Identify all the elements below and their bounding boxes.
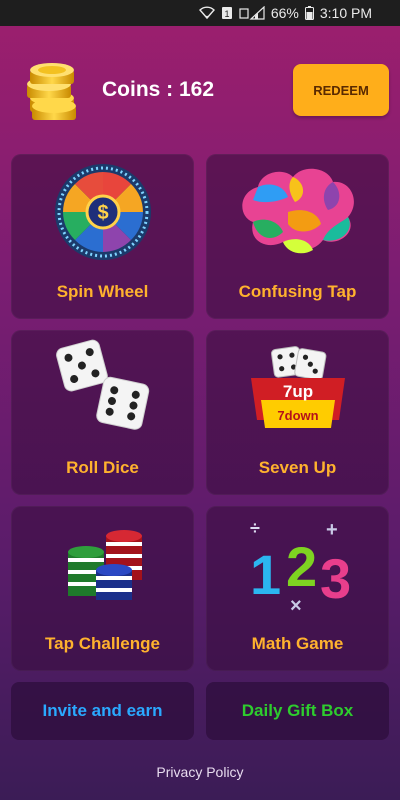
roll-dice-label: Roll Dice xyxy=(66,458,139,477)
spin-wheel-label: Spin Wheel xyxy=(56,282,149,301)
math-game-label: Math Game xyxy=(251,634,344,653)
math-game-card[interactable]: ÷ + 1 2 3 × Math Game xyxy=(206,506,389,671)
battery-icon xyxy=(304,6,314,20)
dice-icon xyxy=(11,338,194,450)
confusing-tap-label: Confusing Tap xyxy=(238,282,357,301)
math-numbers-icon: ÷ + 1 2 3 × xyxy=(206,514,389,626)
invite-and-earn-button[interactable]: Invite and earn xyxy=(11,682,194,740)
spin-wheel-icon: $ xyxy=(11,162,194,274)
digit-three: 3 xyxy=(320,547,351,610)
digit-two: 2 xyxy=(286,535,317,598)
battery-percent: 66% xyxy=(270,5,299,21)
signal-icon xyxy=(239,6,265,20)
coins-balance: Coins : 162 xyxy=(102,78,215,101)
digit-one: 1 xyxy=(250,543,281,606)
seven-up-card[interactable]: 7up 7down Seven Up xyxy=(206,330,389,495)
privacy-policy-link[interactable]: Privacy Policy xyxy=(0,764,400,780)
tap-challenge-label: Tap Challenge xyxy=(45,634,160,653)
seven-up-icon: 7up 7down xyxy=(206,338,389,450)
divide-symbol: ÷ xyxy=(250,518,260,538)
svg-text:$: $ xyxy=(97,202,108,224)
confusing-tap-card[interactable]: Confusing Tap xyxy=(206,154,389,319)
redeem-button[interactable]: REDEEM xyxy=(293,64,389,116)
spin-wheel-card[interactable]: $ Spin Wheel xyxy=(11,154,194,319)
tap-challenge-card[interactable]: Tap Challenge xyxy=(11,506,194,671)
seven-up-art-text: 7up xyxy=(282,382,312,401)
daily-gift-box-button[interactable]: Daily Gift Box xyxy=(206,682,389,740)
clock: 3:10 PM xyxy=(319,5,372,21)
status-bar: 1 66% 3:10 PM xyxy=(0,0,400,26)
notification-icon: 1 xyxy=(221,6,233,20)
seven-up-label: Seven Up xyxy=(258,458,337,477)
svg-text:1: 1 xyxy=(224,9,229,19)
multiply-symbol: × xyxy=(290,595,302,614)
poker-chips-icon xyxy=(11,514,194,626)
roll-dice-card[interactable]: Roll Dice xyxy=(11,330,194,495)
coin-stack-icon xyxy=(22,54,82,124)
seven-down-art-text: 7down xyxy=(277,408,318,423)
plus-symbol: + xyxy=(326,519,338,541)
brain-icon xyxy=(206,162,389,274)
header: Coins : 162 REDEEM xyxy=(0,26,400,146)
wifi-icon xyxy=(198,6,215,20)
